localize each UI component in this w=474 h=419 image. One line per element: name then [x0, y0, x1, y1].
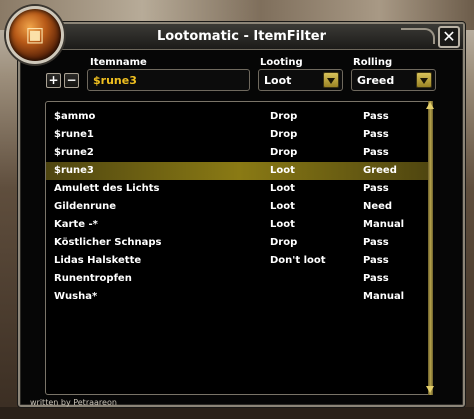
list-scrollbar[interactable] — [425, 101, 436, 395]
looting-cell: Drop — [270, 111, 298, 122]
table-row[interactable]: $rune1 Drop Pass — [46, 126, 432, 144]
looting-cell: Loot — [270, 183, 295, 194]
addon-emblem: ▣ — [6, 6, 64, 64]
author-credit: written by Petraareon — [30, 398, 117, 407]
remove-item-button[interactable]: − — [64, 73, 79, 88]
looting-cell: Drop — [270, 147, 298, 158]
treasure-chest-icon: ▣ — [25, 22, 45, 46]
rolling-cell: Pass — [363, 255, 389, 266]
item-name: Karte -* — [54, 219, 98, 230]
add-item-button[interactable]: + — [46, 73, 61, 88]
looting-label: Looting — [260, 57, 303, 68]
rolling-cell: Pass — [363, 237, 389, 248]
item-name: $rune1 — [54, 129, 94, 140]
itemname-input[interactable]: $rune3 — [87, 69, 250, 91]
item-name: Köstlicher Schnaps — [54, 237, 162, 248]
rolling-cell: Pass — [363, 129, 389, 140]
item-rows: $ammo Drop Pass $rune1 Drop Pass $rune2 Drop Pas… — [46, 108, 432, 306]
rolling-cell: Pass — [363, 111, 389, 122]
item-name: Lidas Halskette — [54, 255, 142, 266]
rolling-cell: Manual — [363, 219, 405, 230]
scroll-up-icon[interactable] — [425, 101, 436, 111]
chevron-down-icon[interactable] — [416, 72, 432, 88]
itemname-value: $rune3 — [93, 74, 137, 87]
table-row[interactable]: $rune2 Drop Pass — [46, 144, 432, 162]
item-name: Amulett des Lichts — [54, 183, 160, 194]
looting-cell: Drop — [270, 237, 298, 248]
looting-cell: Loot — [270, 165, 295, 176]
table-row[interactable]: Köstlicher Schnaps Drop Pass — [46, 234, 432, 252]
table-row[interactable]: $ammo Drop Pass — [46, 108, 432, 126]
rolling-cell: Pass — [363, 147, 389, 158]
looting-value: Loot — [264, 74, 292, 87]
rolling-select[interactable]: Greed — [351, 69, 436, 91]
ornament-scroll — [401, 28, 435, 44]
rolling-value: Greed — [357, 74, 395, 87]
title-bar[interactable]: Lootomatic - ItemFilter ✕ — [20, 24, 463, 50]
chevron-down-icon[interactable] — [323, 72, 339, 88]
item-name: $rune2 — [54, 147, 94, 158]
looting-cell: Drop — [270, 129, 298, 140]
item-name: $rune3 — [54, 165, 94, 176]
itemname-label: Itemname — [90, 57, 147, 68]
item-filter-list: $ammo Drop Pass $rune1 Drop Pass $rune2 Drop Pas… — [45, 101, 433, 395]
table-row[interactable]: Runentropfen Pass — [46, 270, 432, 288]
rolling-cell: Pass — [363, 273, 389, 284]
item-name: Runentropfen — [54, 273, 132, 284]
scrollbar-track[interactable] — [428, 101, 433, 395]
item-name: Gildenrune — [54, 201, 117, 212]
itemfilter-window: Lootomatic - ItemFilter ✕ Itemname Looti… — [18, 22, 465, 407]
table-row[interactable]: Karte -* Loot Manual — [46, 216, 432, 234]
table-row[interactable]: $rune3 Loot Greed — [46, 162, 432, 180]
item-name: Wusha* — [54, 291, 98, 302]
close-button[interactable]: ✕ — [438, 26, 460, 48]
looting-cell: Don't loot — [270, 255, 326, 266]
table-row[interactable]: Wusha* Manual — [46, 288, 432, 306]
rolling-label: Rolling — [353, 57, 393, 68]
rolling-cell: Need — [363, 201, 393, 212]
table-row[interactable]: Gildenrune Loot Need — [46, 198, 432, 216]
table-row[interactable]: Amulett des Lichts Loot Pass — [46, 180, 432, 198]
table-row[interactable]: Lidas Halskette Don't loot Pass — [46, 252, 432, 270]
rolling-cell: Greed — [363, 165, 397, 176]
item-name: $ammo — [54, 111, 96, 122]
window-title: Lootomatic - ItemFilter — [156, 29, 327, 44]
rolling-cell: Manual — [363, 291, 405, 302]
rolling-cell: Pass — [363, 183, 389, 194]
looting-select[interactable]: Loot — [258, 69, 343, 91]
scroll-down-icon[interactable] — [425, 385, 436, 395]
background-ground — [0, 407, 474, 419]
looting-cell: Loot — [270, 219, 295, 230]
looting-cell: Loot — [270, 201, 295, 212]
